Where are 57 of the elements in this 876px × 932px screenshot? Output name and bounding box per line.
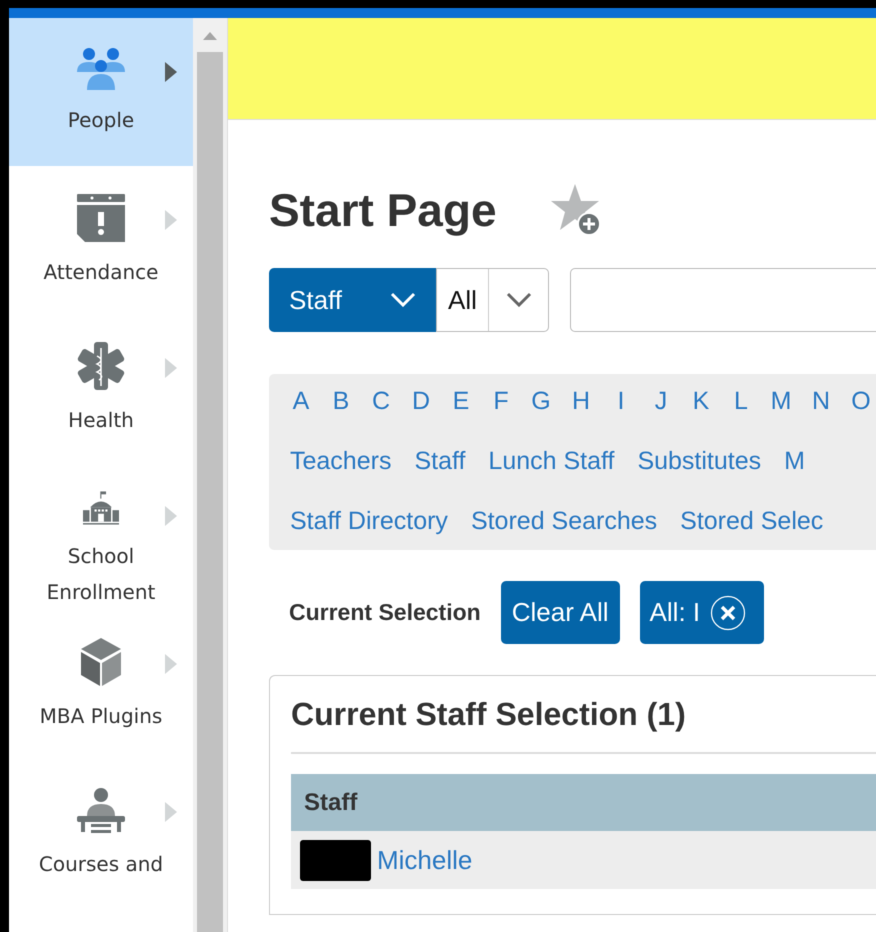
search-field[interactable] (570, 268, 876, 332)
group-link[interactable]: Staff (414, 446, 466, 476)
letter-link[interactable]: D (410, 386, 432, 416)
letter-link[interactable]: B (330, 386, 352, 416)
clear-all-button[interactable]: Clear All (500, 581, 620, 644)
letter-link[interactable]: M (770, 386, 792, 416)
letter-link[interactable]: O (850, 386, 872, 416)
chevron-down-icon (390, 292, 416, 308)
chevron-down-icon (506, 292, 532, 308)
remove-icon[interactable] (710, 594, 746, 630)
panel-title: Current Staff Selection (1) (291, 695, 687, 734)
cube-icon (81, 638, 121, 686)
calendar-alert-icon (77, 194, 125, 242)
teacher-desk-icon (77, 786, 125, 834)
letter-link[interactable]: N (810, 386, 832, 416)
caret-icon (165, 358, 177, 378)
directory-link[interactable]: Staff Directory (290, 506, 448, 536)
scrollbar[interactable] (193, 18, 227, 932)
person-name-link[interactable]: Michelle (377, 840, 472, 880)
letter-link[interactable]: I (610, 386, 632, 416)
letter-link[interactable]: A (290, 386, 312, 416)
caret-icon (165, 802, 177, 822)
letter-link[interactable]: C (370, 386, 392, 416)
directory-link[interactable]: Stored Searches (470, 506, 658, 536)
sidebar-label: Attendance (42, 259, 160, 286)
caret-icon (165, 210, 177, 230)
sidebar-label: People (66, 107, 136, 134)
letter-link[interactable]: F (490, 386, 512, 416)
letter-link[interactable]: J (650, 386, 672, 416)
page-title: Start Page (269, 182, 497, 238)
sidebar-label: MBA Plugins (38, 703, 164, 730)
filter-chip[interactable]: All: I (640, 581, 764, 644)
caret-icon (165, 654, 177, 674)
group-link[interactable]: Teachers (290, 446, 392, 476)
letter-link[interactable]: L (730, 386, 752, 416)
group-link[interactable]: Substitutes (637, 446, 762, 476)
sidebar-label: Courses and (38, 851, 164, 878)
group-link[interactable]: M (784, 446, 805, 476)
letter-link[interactable]: K (690, 386, 712, 416)
sidebar-label: Health (67, 407, 135, 434)
letter-link[interactable]: G (530, 386, 552, 416)
scrollbar-thumb[interactable] (197, 52, 223, 932)
group-link[interactable]: Lunch Staff (488, 446, 614, 476)
people-icon (77, 46, 125, 90)
sidebar-item[interactable]: People (9, 18, 193, 166)
caret-icon (165, 506, 177, 526)
scope-select[interactable]: All (436, 268, 549, 332)
letter-link[interactable]: E (450, 386, 472, 416)
column-header: Staff (304, 788, 358, 818)
sidebar-label: School Enrollment (46, 543, 156, 606)
type-select[interactable]: Staff (269, 268, 436, 332)
caret-icon (165, 62, 177, 82)
selection-label: Current Selection (289, 598, 481, 628)
scroll-up-icon[interactable] (203, 30, 217, 40)
directory-link[interactable]: Stored Selec (680, 506, 824, 536)
letter-link[interactable]: H (570, 386, 592, 416)
medical-star-icon (77, 342, 125, 390)
